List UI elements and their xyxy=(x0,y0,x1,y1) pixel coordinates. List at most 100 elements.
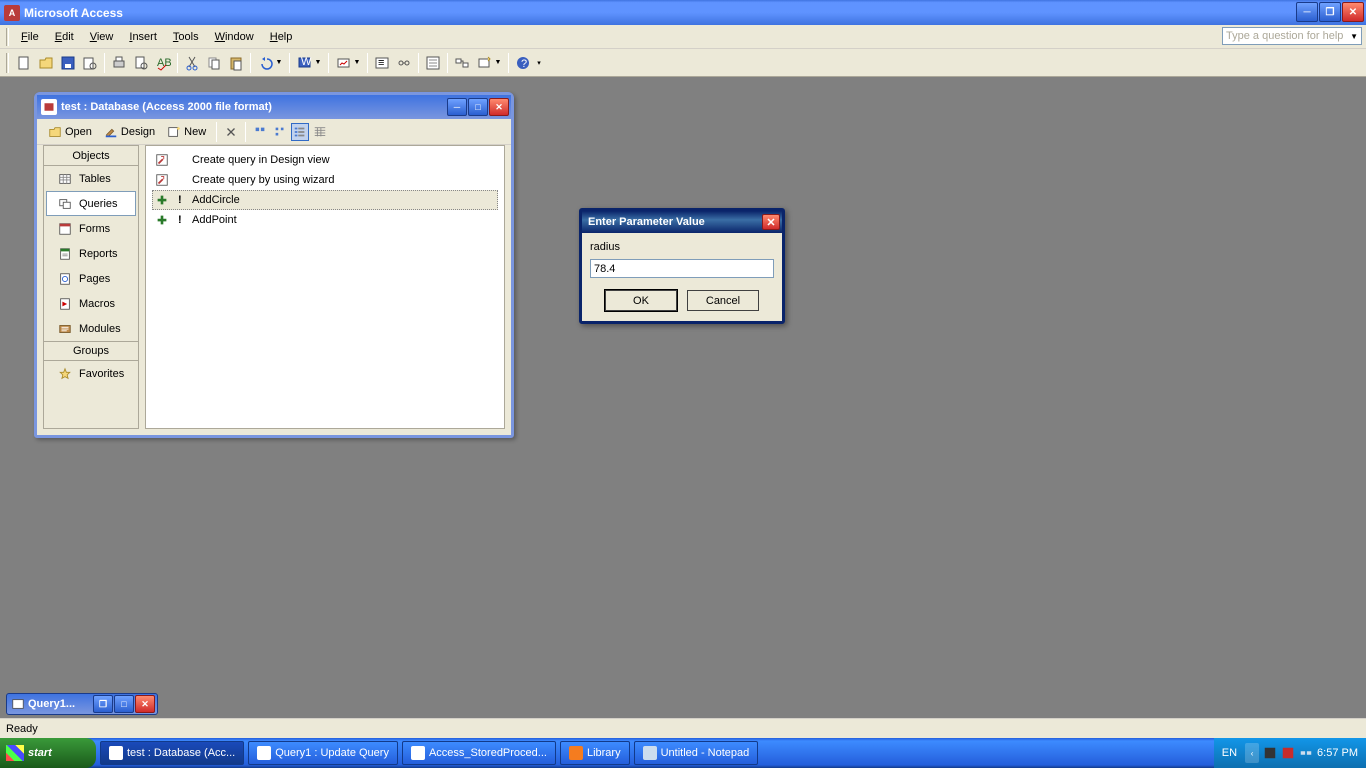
menu-file[interactable]: File xyxy=(13,28,47,46)
taskbar-item-library[interactable]: Library xyxy=(560,741,630,765)
minwin-maximize-button[interactable]: □ xyxy=(114,695,134,713)
large-icons-icon[interactable] xyxy=(251,123,269,141)
favorites-icon xyxy=(57,366,73,382)
parameter-dialog-title: Enter Parameter Value xyxy=(588,216,705,228)
help-dropdown-icon[interactable]: ▼ xyxy=(1350,32,1358,41)
paste-icon[interactable] xyxy=(225,52,247,74)
start-button[interactable]: start xyxy=(0,738,96,768)
query-icon xyxy=(57,196,73,212)
obj-label: Reports xyxy=(79,248,118,260)
cut-icon[interactable] xyxy=(181,52,203,74)
notepad-icon xyxy=(643,746,657,760)
menu-grip[interactable] xyxy=(6,28,9,46)
objects-pages[interactable]: Pages xyxy=(46,266,136,291)
toolbar-grip[interactable] xyxy=(6,53,9,73)
help-icon[interactable]: ? xyxy=(512,52,534,74)
separator xyxy=(104,53,105,73)
spellcheck-icon[interactable]: ABC xyxy=(152,52,174,74)
menu-view[interactable]: View xyxy=(82,28,122,46)
menu-insert[interactable]: Insert xyxy=(121,28,165,46)
analyze-icon[interactable]: ▼ xyxy=(332,52,364,74)
objects-macros[interactable]: ▸Macros xyxy=(46,291,136,316)
office-links-icon[interactable]: W▼ xyxy=(293,52,325,74)
svg-text:▸: ▸ xyxy=(62,298,67,309)
svg-text:≡: ≡ xyxy=(378,57,384,69)
db-open-button[interactable]: Open xyxy=(43,121,97,143)
app-icon: A xyxy=(4,5,20,21)
menu-window[interactable]: Window xyxy=(207,28,262,46)
minwin-close-button[interactable]: ✕ xyxy=(135,695,155,713)
list-icon[interactable] xyxy=(291,123,309,141)
content-label: AddCircle xyxy=(192,194,240,206)
print-icon[interactable] xyxy=(108,52,130,74)
database-window-titlebar[interactable]: test : Database (Access 2000 file format… xyxy=(37,95,511,119)
language-indicator[interactable]: EN xyxy=(1222,747,1237,759)
objects-tables[interactable]: Tables xyxy=(46,166,136,191)
relationships-icon[interactable] xyxy=(393,52,415,74)
db-new-button[interactable]: New xyxy=(162,121,211,143)
separator xyxy=(447,53,448,73)
code-icon[interactable]: ≡ xyxy=(371,52,393,74)
ok-button[interactable]: OK xyxy=(605,290,677,311)
taskbar-item-access-db[interactable]: test : Database (Acc... xyxy=(100,741,244,765)
copy-icon[interactable] xyxy=(203,52,225,74)
new-icon[interactable] xyxy=(13,52,35,74)
file-search-icon[interactable] xyxy=(79,52,101,74)
separator xyxy=(418,53,419,73)
small-icons-icon[interactable] xyxy=(271,123,289,141)
taskbar-item-stored-proc[interactable]: Access_StoredProced... xyxy=(402,741,556,765)
svg-text:W: W xyxy=(301,56,312,68)
taskbar-item-notepad[interactable]: Untitled - Notepad xyxy=(634,741,759,765)
restore-button[interactable]: ❐ xyxy=(1319,2,1341,22)
separator xyxy=(367,53,368,73)
details-icon[interactable] xyxy=(311,123,329,141)
close-button[interactable]: ✕ xyxy=(1342,2,1364,22)
parameter-input[interactable] xyxy=(590,259,774,278)
database-icon xyxy=(41,99,57,115)
action-query-icon xyxy=(154,212,170,228)
objects-modules[interactable]: Modules xyxy=(46,316,136,341)
taskbar-item-query1[interactable]: Query1 : Update Query xyxy=(248,741,398,765)
cancel-button[interactable]: Cancel xyxy=(687,290,759,311)
task-icon xyxy=(411,746,425,760)
minimize-button[interactable]: ─ xyxy=(1296,2,1318,22)
print-preview-icon[interactable] xyxy=(130,52,152,74)
undo-icon[interactable]: ▼ xyxy=(254,52,286,74)
menu-tools[interactable]: Tools xyxy=(165,28,207,46)
minimized-query-window[interactable]: Query1... ❐ □ ✕ xyxy=(6,693,158,715)
dbwin-minimize-button[interactable]: ─ xyxy=(447,98,467,116)
network-icon[interactable] xyxy=(1299,746,1313,760)
tray-icon[interactable] xyxy=(1263,746,1277,760)
clock[interactable]: 6:57 PM xyxy=(1317,747,1358,759)
toolbar-options-icon[interactable]: ▾ xyxy=(534,52,544,74)
obj-label: Queries xyxy=(79,198,118,210)
groups-favorites[interactable]: Favorites xyxy=(46,361,136,386)
dbwin-close-button[interactable]: ✕ xyxy=(489,98,509,116)
tray-expand-icon[interactable]: ‹ xyxy=(1245,743,1259,763)
properties-icon[interactable] xyxy=(422,52,444,74)
objects-reports[interactable]: Reports xyxy=(46,241,136,266)
db-design-button[interactable]: Design xyxy=(99,121,160,143)
tray-icon[interactable] xyxy=(1281,746,1295,760)
menu-help[interactable]: Help xyxy=(262,28,301,46)
content-item-create-wizard[interactable]: Create query by using wizard xyxy=(152,170,498,190)
content-item-addcircle[interactable]: !AddCircle xyxy=(152,190,498,210)
help-placeholder: Type a question for help xyxy=(1226,30,1343,42)
delete-icon[interactable] xyxy=(222,123,240,141)
relationships2-icon[interactable] xyxy=(451,52,473,74)
objects-forms[interactable]: Forms xyxy=(46,216,136,241)
obj-label: Tables xyxy=(79,173,111,185)
dbwin-maximize-button[interactable]: □ xyxy=(468,98,488,116)
help-search-box[interactable]: Type a question for help ▼ xyxy=(1222,27,1362,45)
objects-queries[interactable]: Queries xyxy=(46,191,136,216)
parameter-dialog-close-button[interactable]: ✕ xyxy=(762,214,780,230)
parameter-label: radius xyxy=(590,241,774,253)
menu-edit[interactable]: Edit xyxy=(47,28,82,46)
parameter-dialog-titlebar[interactable]: Enter Parameter Value ✕ xyxy=(582,211,782,233)
new-object-icon[interactable]: ▼ xyxy=(473,52,505,74)
open-icon[interactable] xyxy=(35,52,57,74)
content-item-addpoint[interactable]: !AddPoint xyxy=(152,210,498,230)
minwin-restore-button[interactable]: ❐ xyxy=(93,695,113,713)
content-item-create-design[interactable]: Create query in Design view xyxy=(152,150,498,170)
save-icon[interactable] xyxy=(57,52,79,74)
